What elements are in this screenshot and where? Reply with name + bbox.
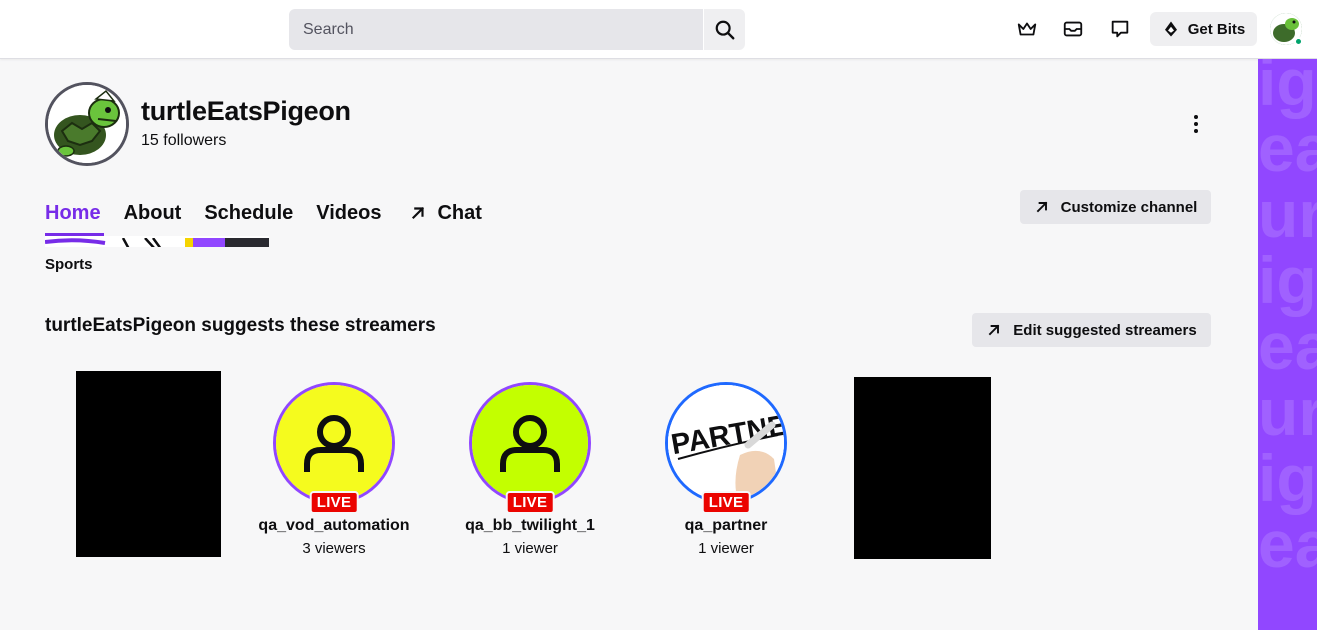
online-status-dot — [1294, 37, 1303, 46]
tab-home[interactable]: Home — [45, 202, 101, 225]
redacted-streamer-card — [76, 371, 221, 557]
channel-tabs: Home About Schedule Videos Chat — [45, 199, 505, 227]
get-bits-button[interactable]: Get Bits — [1150, 12, 1257, 46]
customize-channel-button[interactable]: Customize channel — [1020, 190, 1211, 224]
whispers-icon — [1111, 20, 1129, 38]
external-arrow-icon — [412, 206, 425, 220]
viewer-count: 3 viewers — [302, 540, 366, 557]
viewer-count: 1 viewer — [502, 540, 558, 557]
customize-channel-label: Customize channel — [1060, 198, 1198, 216]
edit-suggested-streamers-label: Edit suggested streamers — [1013, 321, 1197, 339]
partner-avatar-image: PARTNER — [668, 385, 784, 501]
external-arrow-icon — [1036, 201, 1047, 213]
prime-crown-button[interactable] — [1012, 14, 1042, 44]
streamer-name: qa_bb_twilight_1 — [465, 517, 595, 534]
top-navigation: Get Bits — [0, 0, 1317, 59]
bits-icon — [1164, 21, 1177, 37]
tab-chat-label: Chat — [437, 201, 482, 224]
tab-videos[interactable]: Videos — [316, 202, 381, 225]
edit-suggested-streamers-button[interactable]: Edit suggested streamers — [972, 313, 1211, 347]
search-bar — [289, 9, 745, 50]
follower-count: 15 followers — [141, 132, 227, 149]
banner-pattern-text: ig ea ur ig ea ur ig ea — [1258, 59, 1317, 581]
channel-name: turtleEatsPigeon — [141, 96, 351, 126]
viewer-count: 1 viewer — [698, 540, 754, 557]
search-button[interactable] — [704, 9, 745, 50]
tab-schedule-label: Schedule — [204, 201, 294, 224]
more-options-button[interactable] — [1181, 109, 1211, 139]
tab-home-label: Home — [45, 201, 101, 224]
suggested-streamer-card[interactable]: LIVE qa_bb_twilight_1 1 viewer — [440, 382, 620, 557]
search-icon — [715, 20, 734, 39]
inbox-icon — [1063, 21, 1083, 37]
user-placeholder-icon — [500, 415, 560, 472]
get-bits-label: Get Bits — [1187, 20, 1246, 38]
suggested-streamer-card[interactable]: PARTNER LIVE qa_partner 1 viewer — [636, 382, 816, 557]
streamer-name: qa_partner — [684, 517, 768, 534]
live-badge: LIVE — [309, 491, 359, 514]
category-label[interactable]: Sports — [45, 256, 93, 273]
crown-icon — [1017, 22, 1037, 36]
user-placeholder-icon — [304, 415, 364, 472]
redacted-streamer-card — [854, 377, 991, 559]
streamer-name: qa_vod_automation — [258, 517, 410, 534]
tab-videos-label: Videos — [316, 201, 382, 224]
streamer-avatar: LIVE — [469, 382, 591, 514]
notifications-button[interactable] — [1058, 14, 1088, 44]
streamer-avatar: LIVE — [273, 382, 395, 514]
whispers-button[interactable] — [1105, 14, 1135, 44]
tab-chat[interactable]: Chat — [409, 201, 482, 225]
category-thumbnail[interactable] — [45, 236, 269, 247]
tab-about-label: About — [123, 201, 182, 224]
tab-schedule[interactable]: Schedule — [204, 202, 293, 225]
live-badge: LIVE — [505, 491, 555, 514]
streamer-avatar: PARTNER LIVE — [665, 382, 787, 514]
turtle-avatar-icon — [48, 85, 126, 163]
external-arrow-icon — [988, 324, 1000, 336]
sports-category-image — [45, 237, 269, 247]
tab-about[interactable]: About — [124, 202, 182, 225]
more-vertical-icon — [1194, 115, 1198, 133]
suggested-streamers-title: turtleEatsPigeon suggests these streamer… — [45, 315, 436, 336]
search-input[interactable] — [289, 9, 704, 50]
suggested-streamer-card[interactable]: LIVE qa_vod_automation 3 viewers — [244, 382, 424, 557]
live-badge: LIVE — [701, 491, 751, 514]
channel-offline-banner-edge: ig ea ur ig ea ur ig ea — [1258, 59, 1317, 630]
channel-avatar[interactable] — [45, 82, 129, 166]
